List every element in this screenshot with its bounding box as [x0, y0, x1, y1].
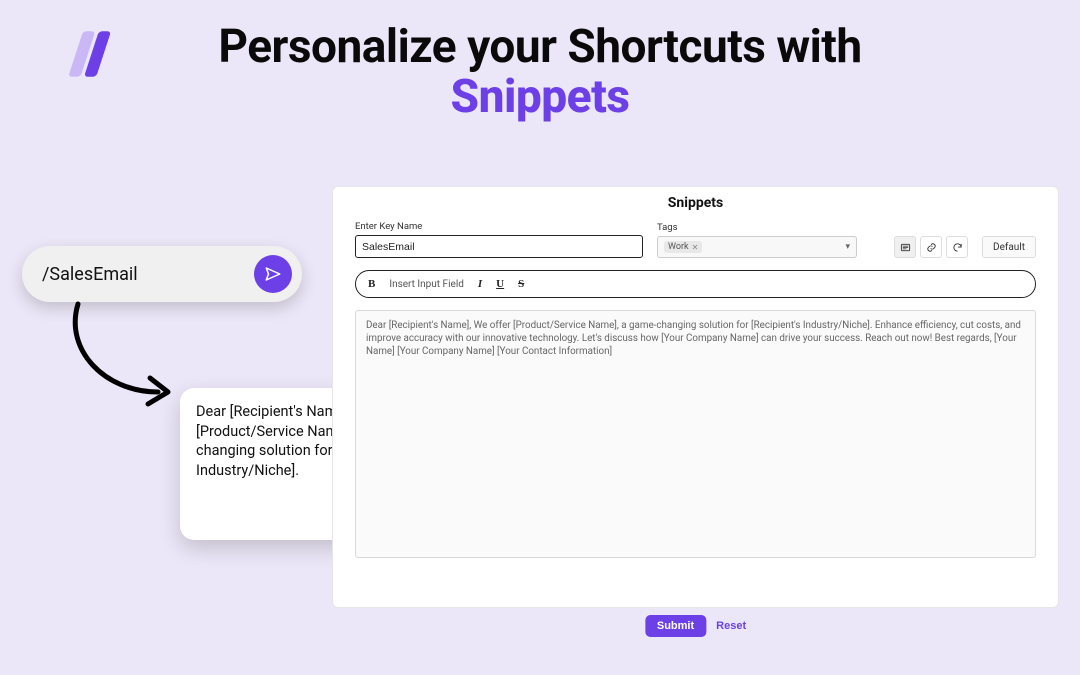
- keyname-input[interactable]: [355, 235, 643, 258]
- link-icon: [926, 242, 937, 253]
- refresh-icon: [952, 242, 963, 253]
- default-button[interactable]: Default: [982, 236, 1036, 258]
- reset-button[interactable]: Reset: [716, 620, 746, 632]
- tags-label: Tags: [657, 222, 857, 233]
- headline-line2: Snippets: [0, 70, 1080, 124]
- toolbar-underline[interactable]: U: [496, 278, 504, 290]
- mode-button-group: [894, 236, 968, 258]
- send-button[interactable]: [254, 255, 292, 293]
- chevron-down-icon: ▾: [845, 242, 850, 252]
- text-mode-icon: [900, 242, 911, 253]
- toolbar-bold[interactable]: B: [368, 278, 375, 290]
- mode-button-2[interactable]: [920, 236, 942, 258]
- panel-title: Snippets: [355, 195, 1036, 211]
- editor-toolbar: B Insert Input Field I U S: [355, 270, 1036, 298]
- headline: Personalize your Shortcuts with Snippets: [0, 20, 1080, 124]
- toolbar-italic[interactable]: I: [478, 278, 482, 290]
- snippet-body-textarea[interactable]: Dear [Recipient's Name], We offer [Produ…: [355, 310, 1036, 558]
- toolbar-strike[interactable]: S: [518, 278, 524, 290]
- shortcut-text: /SalesEmail: [42, 264, 138, 285]
- submit-button[interactable]: Submit: [645, 615, 706, 637]
- keyname-label: Enter Key Name: [355, 221, 643, 232]
- mode-button-1[interactable]: [894, 236, 916, 258]
- mode-button-3[interactable]: [946, 236, 968, 258]
- arrow-icon: [60, 300, 200, 410]
- snippets-panel: Snippets Enter Key Name Tags Work ✕ ▾: [332, 186, 1059, 608]
- send-icon: [264, 265, 282, 283]
- headline-line1: Personalize your Shortcuts with: [0, 20, 1080, 74]
- tag-chip-work[interactable]: Work ✕: [664, 241, 702, 253]
- toolbar-insert-field[interactable]: Insert Input Field: [389, 279, 464, 290]
- shortcut-pill[interactable]: /SalesEmail: [22, 246, 302, 302]
- tags-select[interactable]: Work ✕ ▾: [657, 236, 857, 258]
- tag-chip-label: Work: [668, 242, 689, 252]
- tag-remove-icon[interactable]: ✕: [692, 243, 699, 252]
